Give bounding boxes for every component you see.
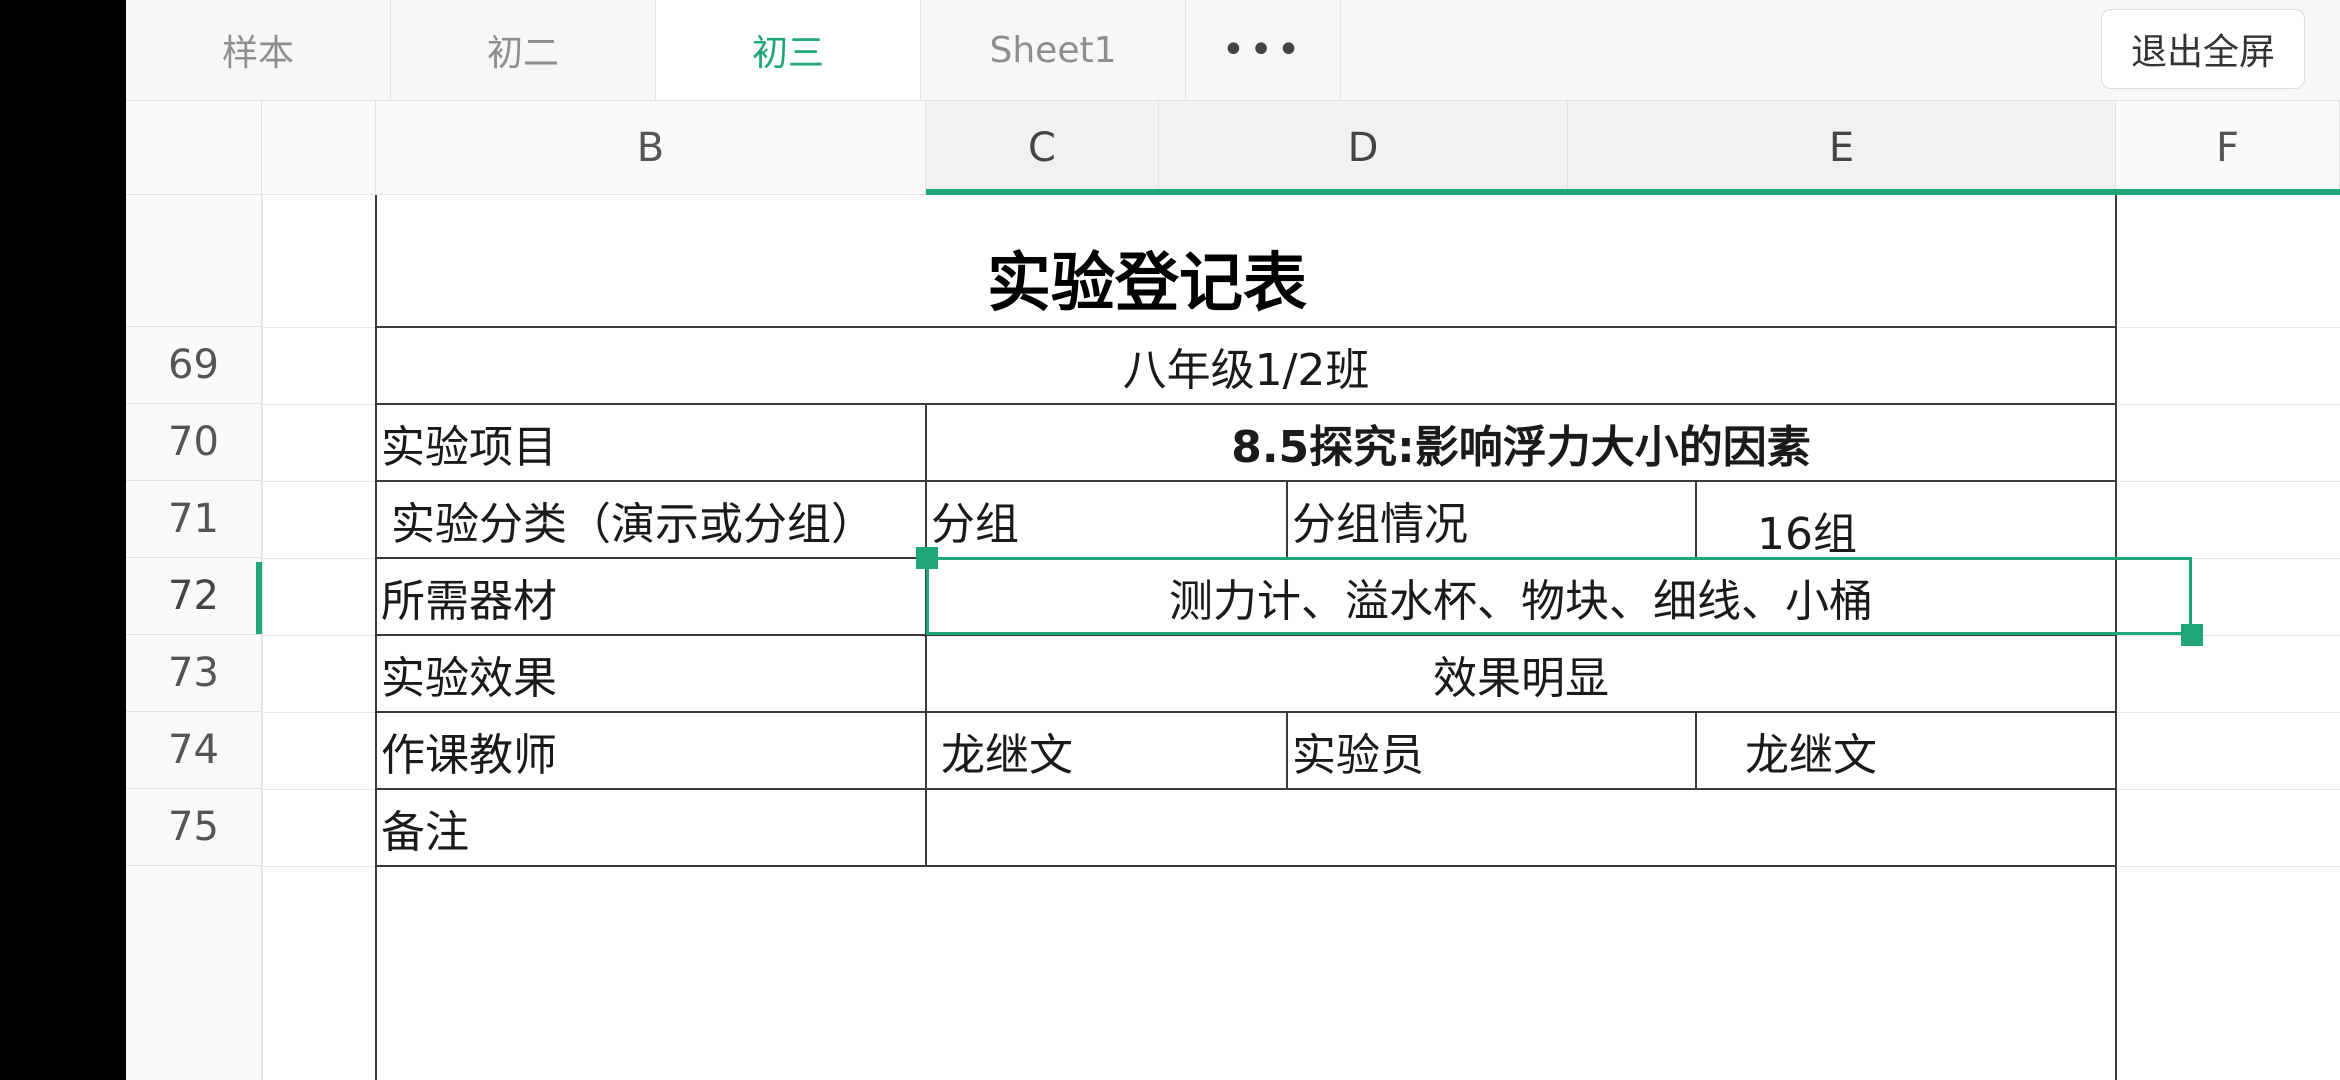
grid-line — [2116, 404, 2340, 405]
grid-line — [2116, 481, 2340, 482]
form-title[interactable]: 实验登记表 — [377, 228, 1917, 328]
corner-header[interactable] — [126, 101, 262, 195]
remark-value-cell[interactable] — [927, 790, 2115, 865]
grid-line — [2116, 866, 2340, 867]
grid-line — [262, 866, 376, 867]
more-tabs-icon[interactable]: ••• — [1186, 0, 1341, 100]
grid-line — [262, 327, 376, 328]
effect-value-cell[interactable]: 效果明显 — [927, 636, 2115, 711]
form-border — [375, 865, 2117, 867]
grid-line — [262, 481, 376, 482]
grid-line — [2116, 712, 2340, 713]
spreadsheet-app: 样本 初二 初三 Sheet1 ••• 退出全屏 B C D E F 69 70… — [126, 0, 2340, 1080]
project-value-cell[interactable]: 8.5探究:影响浮力大小的因素 — [927, 405, 2115, 480]
tab-chuer[interactable]: 初二 — [391, 0, 656, 100]
group-label-cell[interactable]: 分组情况 — [1288, 482, 1695, 557]
left-black-bar — [0, 0, 126, 1080]
tab-chusan[interactable]: 初三 — [656, 0, 921, 100]
grid-line — [2116, 327, 2340, 328]
teacher-value-cell[interactable]: 龙继文 — [927, 713, 1286, 788]
tab-sheet1[interactable]: Sheet1 — [921, 0, 1186, 100]
column-header-c[interactable]: C — [926, 101, 1159, 195]
row-header-70[interactable]: 70 — [126, 404, 262, 481]
row-header-title[interactable] — [126, 195, 262, 327]
row-header-74[interactable]: 74 — [126, 712, 262, 789]
exit-fullscreen-button[interactable]: 退出全屏 — [2101, 9, 2305, 89]
sheet-tab-bar: 样本 初二 初三 Sheet1 ••• 退出全屏 — [126, 0, 2340, 101]
class-cell[interactable]: 八年级1/2班 — [377, 328, 2115, 403]
grid-line — [2116, 789, 2340, 790]
column-header-f[interactable]: F — [2116, 101, 2340, 195]
assistant-value-cell[interactable]: 龙继文 — [1697, 713, 2115, 788]
grid-line — [262, 404, 376, 405]
grid-line — [262, 789, 376, 790]
teacher-label-cell[interactable]: 作课教师 — [377, 713, 925, 788]
column-header-e[interactable]: E — [1568, 101, 2116, 195]
grid-line — [2116, 635, 2340, 636]
row-header-71[interactable]: 71 — [126, 481, 262, 558]
group-value-cell[interactable]: 16组 — [1697, 492, 2115, 567]
grid-line — [262, 558, 376, 559]
column-header-a[interactable] — [262, 101, 376, 195]
selection-end-handle[interactable] — [2181, 624, 2203, 646]
grid-line — [262, 712, 376, 713]
remark-label-cell[interactable]: 备注 — [377, 790, 925, 865]
category-value-cell[interactable]: 分组 — [927, 482, 1286, 557]
assistant-label-cell[interactable]: 实验员 — [1288, 713, 1695, 788]
cell-selection-box[interactable] — [926, 557, 2192, 635]
tab-yangben[interactable]: 样本 — [126, 0, 391, 100]
grid-line — [262, 635, 376, 636]
project-label-cell[interactable]: 实验项目 — [377, 405, 925, 480]
effect-label-cell[interactable]: 实验效果 — [377, 636, 925, 711]
category-label-cell[interactable]: 实验分类（演示或分组） — [377, 482, 925, 557]
row-header-69[interactable]: 69 — [126, 327, 262, 404]
row-header-72[interactable]: 72 — [126, 558, 262, 635]
row-header-75[interactable]: 75 — [126, 789, 262, 866]
column-header-b[interactable]: B — [376, 101, 926, 195]
row-header-73[interactable]: 73 — [126, 635, 262, 712]
selection-start-handle[interactable] — [916, 547, 938, 569]
row-header-blank[interactable] — [126, 866, 262, 1080]
equipment-label-cell[interactable]: 所需器材 — [377, 559, 925, 634]
column-header-d[interactable]: D — [1159, 101, 1568, 195]
column-selection-indicator — [926, 189, 2340, 195]
